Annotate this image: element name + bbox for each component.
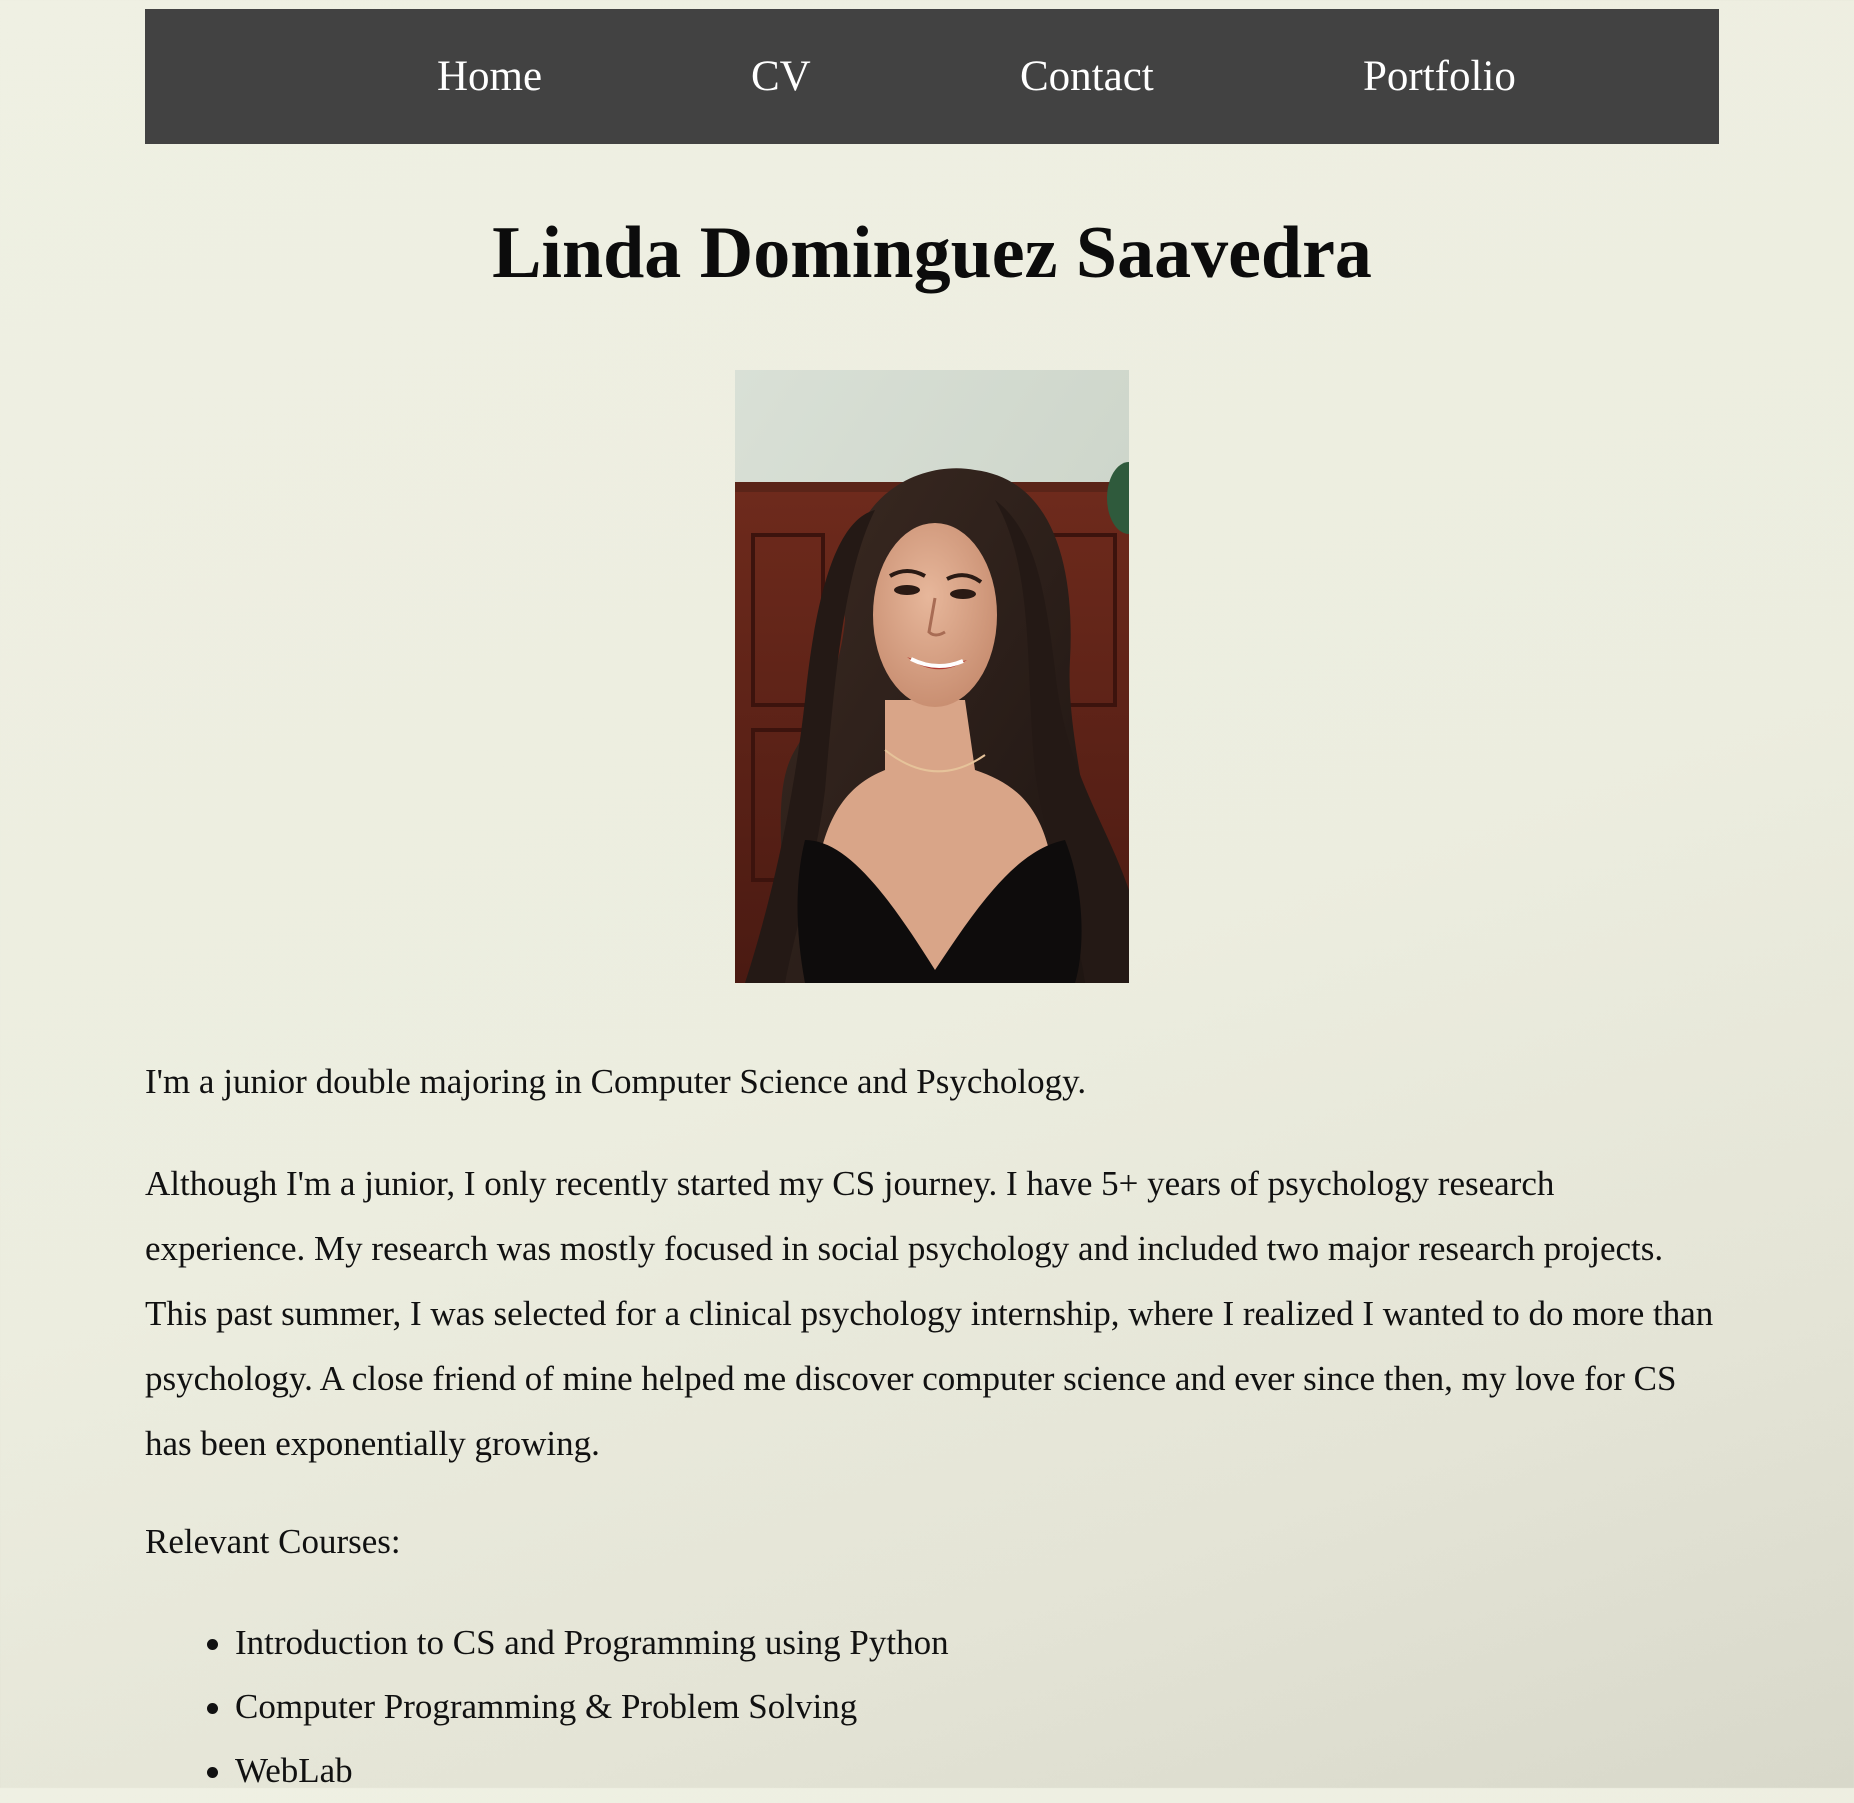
- courses-label: Relevant Courses:: [145, 1522, 401, 1561]
- top-navbar: Home CV Contact Portfolio: [145, 9, 1719, 144]
- nav-link-portfolio[interactable]: Portfolio: [1363, 9, 1516, 144]
- profile-photo: [735, 370, 1129, 983]
- page-title: Linda Dominguez Saavedra: [492, 212, 1372, 294]
- story-paragraph: Although I'm a junior, I only recently s…: [145, 1164, 1714, 1463]
- nav-link-contact[interactable]: Contact: [1020, 9, 1154, 144]
- intro-paragraph: I'm a junior double majoring in Computer…: [145, 1062, 1087, 1101]
- course-item: Introduction to CS and Programming using…: [145, 1611, 949, 1675]
- nav-link-home[interactable]: Home: [437, 9, 542, 144]
- course-list: Introduction to CS and Programming using…: [145, 1611, 949, 1803]
- course-item: WebLab: [145, 1739, 949, 1803]
- nav-link-cv[interactable]: CV: [751, 9, 811, 144]
- course-item: Computer Programming & Problem Solving: [145, 1675, 949, 1739]
- page-container: Home CV Contact Portfolio Linda Domingue…: [145, 9, 1719, 1790]
